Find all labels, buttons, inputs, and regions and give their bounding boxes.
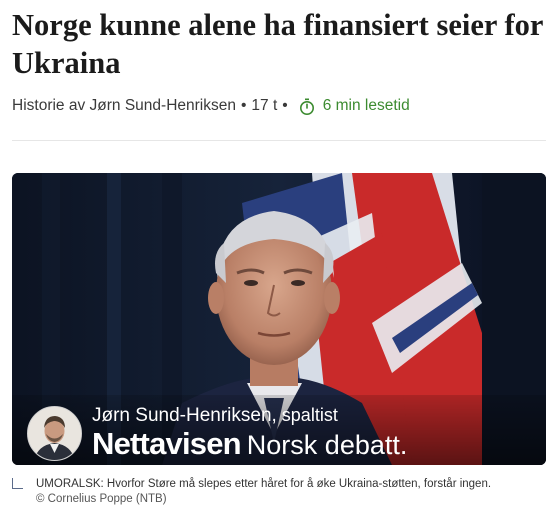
overlay-brand: Nettavisen Norsk debatt. xyxy=(92,426,407,462)
read-time: 6 min lesetid xyxy=(322,97,410,114)
publish-age: 17 t xyxy=(251,97,278,114)
author-byline[interactable]: Historie av Jørn Sund-Henriksen xyxy=(12,97,236,115)
timer-icon xyxy=(299,98,315,115)
byline-separator: • xyxy=(240,97,247,114)
photo-credit: © Cornelius Poppe (NTB) xyxy=(36,493,167,505)
byline-separator: • xyxy=(282,97,288,114)
divider xyxy=(12,140,546,141)
article-card: Norge kunne alene ha finansiert seier fo… xyxy=(0,0,558,521)
overlay-author: Jørn Sund-Henriksen, spaltist xyxy=(92,405,338,427)
article-headline: Norge kunne alene ha finansiert seier fo… xyxy=(12,8,543,80)
section-name: Norsk debatt. xyxy=(246,430,408,460)
caption-text: UMORALSK: Hvorfor Støre må slepes etter … xyxy=(36,478,492,490)
hero-image[interactable]: Jørn Sund-Henriksen, spaltist Nettavisen… xyxy=(12,173,546,465)
overlay-author-role: spaltist xyxy=(276,405,338,425)
caption-corner-icon xyxy=(12,478,23,489)
brand-logo: Nettavisen xyxy=(92,426,242,461)
overlay-author-name: Jørn Sund-Henriksen, xyxy=(92,405,277,426)
author-avatar xyxy=(27,406,82,461)
image-caption: UMORALSK: Hvorfor Støre må slepes etter … xyxy=(12,477,546,507)
byline: Historie av Jørn Sund-Henriksen • 17 t •… xyxy=(12,97,410,115)
